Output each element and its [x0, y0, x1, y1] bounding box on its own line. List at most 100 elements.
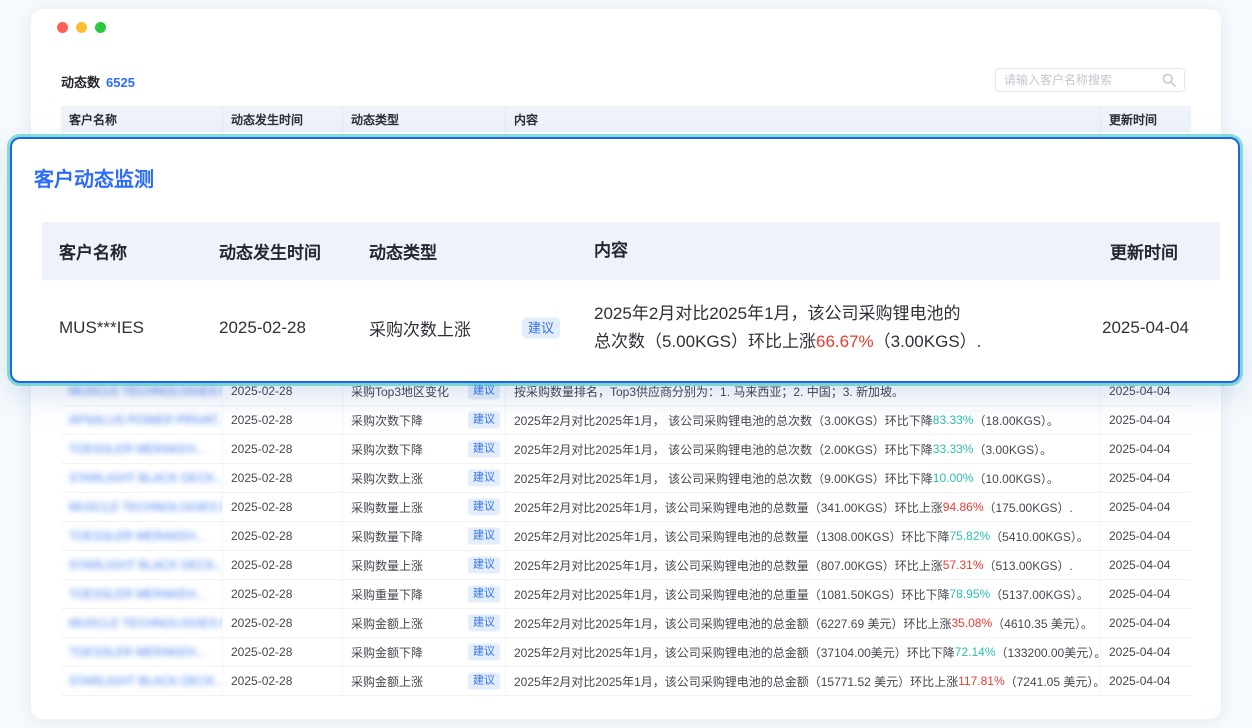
- content-text-post: （18.00KGS）。: [973, 412, 1058, 429]
- content-text-post: （3.00KGS）。: [973, 441, 1052, 458]
- customer-name-cell: TOESSLER MERAKEH...: [61, 580, 223, 608]
- table-row[interactable]: TOESSLER MERAKEH...2025-02-28采购金额下降建议202…: [61, 638, 1191, 667]
- suggestion-badge: 建议: [522, 318, 560, 339]
- event-type-label: 采购数量下降: [351, 528, 423, 545]
- content-line2-post: （3.00KGS）.: [874, 332, 982, 351]
- update-time-cell: 2025-04-04: [1101, 551, 1191, 579]
- customer-name-blurred: TOESSLER MERAKEH...: [69, 587, 205, 601]
- event-type-cell: 采购金额下降建议: [343, 638, 506, 666]
- percentage-value: 117.81%: [958, 674, 1004, 688]
- table-row[interactable]: TOESSLER MERAKEH...2025-02-28采购次数下降建议202…: [61, 435, 1191, 464]
- search-icon[interactable]: [1162, 73, 1176, 87]
- content-cell: 2025年2月对比2025年1月，该公司采购锂电池的 总次数（5.00KGS）环…: [594, 300, 1154, 356]
- event-time-cell: 2025-02-28: [219, 318, 306, 338]
- customer-dynamics-monitor-card: 客户动态监测 客户名称 动态发生时间 动态类型 内容 更新时间 MUS***IE…: [10, 137, 1240, 383]
- customer-name-blurred: MUSCLE TECHNOLOGIES P...: [69, 500, 223, 514]
- content-text-post: （5137.00KGS）。: [990, 586, 1089, 603]
- event-type-label: 采购重量下降: [351, 586, 423, 603]
- zoom-window-button[interactable]: [95, 22, 106, 33]
- table-row[interactable]: MUSCLE TECHNOLOGIES P...2025-02-28采购数量上涨…: [61, 493, 1191, 522]
- event-time-cell: 2025-02-28: [223, 435, 343, 463]
- count-value: 6525: [106, 75, 135, 90]
- content-text: 2025年2月对比2025年1月， 该公司采购锂电池的总次数（9.00KGS）环…: [514, 470, 933, 487]
- customer-name-blurred: TOESSLER MERAKEH...: [69, 442, 205, 456]
- suggestion-badge: 建议: [468, 470, 500, 487]
- customer-name-cell: MUS***IES: [59, 318, 144, 338]
- content-text-post: （10.00KGS）。: [973, 470, 1058, 487]
- content-text: 2025年2月对比2025年1月，该公司采购锂电池的总金额（6227.69 美元…: [514, 615, 951, 632]
- table-row[interactable]: TOESSLER MERAKEH... 2025-02-28 采购重量下降 建议 202…: [61, 580, 1191, 609]
- overlay-column-content: 内容: [594, 237, 1154, 265]
- content-cell: 2025年2月对比2025年1月，该公司采购锂电池的总数量（807.00KGS）…: [506, 551, 1101, 579]
- content-text-post: （4610.35 美元）。: [992, 615, 1093, 632]
- content-text-post: （175.00KGS）.: [984, 499, 1073, 516]
- customer-name-blurred: TOESSLER MERAKEH...: [69, 645, 205, 659]
- search-input[interactable]: [1004, 73, 1162, 87]
- customer-name-blurred: APSALUS POWER PRIVAT...: [69, 413, 223, 427]
- dynamic-count: 动态数 6525: [61, 72, 135, 91]
- table-row[interactable]: TOESSLER MERAKEH...2025-02-28采购数量下降建议202…: [61, 522, 1191, 551]
- count-label: 动态数: [61, 75, 100, 90]
- table-row[interactable]: STARLIGHT BLACK DECK...2025-02-28采购数量上涨建…: [61, 551, 1191, 580]
- content-cell: 2025年2月对比2025年1月，该公司采购锂电池的总重量（1081.50KGS…: [506, 580, 1101, 608]
- event-time-cell: 2025-02-28: [223, 406, 343, 434]
- content-line1: 2025年2月对比2025年1月，该公司采购锂电池的: [594, 304, 961, 323]
- customer-name-cell: TOESSLER MERAKEH...: [61, 435, 223, 463]
- suggestion-badge: 建议: [468, 412, 500, 429]
- content-cell: 2025年2月对比2025年1月，该公司采购锂电池的总数量（1308.00KGS…: [506, 522, 1101, 550]
- percentage-value: 57.31%: [943, 558, 984, 572]
- event-type-cell: 采购数量上涨建议: [343, 551, 506, 579]
- overlay-column-event-time: 动态发生时间: [219, 239, 321, 264]
- percentage-value: 35.08%: [951, 616, 992, 630]
- event-time-cell: 2025-02-28: [223, 638, 343, 666]
- overlay-column-event-type: 动态类型: [369, 239, 437, 264]
- event-type-label: 采购金额上涨: [351, 615, 423, 632]
- suggestion-badge: 建议: [468, 528, 500, 545]
- customer-name-blurred: MUSCLE TECHNOLOGIES P...: [69, 616, 223, 630]
- percentage-value: 66.67%: [816, 332, 874, 351]
- event-type-label: 采购金额上涨: [351, 673, 423, 690]
- content-text: 2025年2月对比2025年1月，该公司采购锂电池的总重量（1081.50KGS…: [514, 586, 949, 603]
- overlay-column-update-time: 更新时间: [1110, 239, 1178, 264]
- customer-search-box: [995, 68, 1185, 92]
- customer-name-cell: STARLIGHT BLACK DECK...: [61, 464, 223, 492]
- event-time-cell: 2025-02-28: [223, 580, 343, 608]
- event-type-cell: 采购数量下降 建议: [343, 522, 506, 550]
- suggestion-badge: 建议: [468, 586, 500, 603]
- table-row[interactable]: STARLIGHT BLACK DECK...2025-02-28采购金额上涨建…: [61, 667, 1191, 696]
- table-header-row: 客户名称 动态发生时间 动态类型 内容 更新时间: [61, 106, 1191, 132]
- content-cell: 2025年2月对比2025年1月， 该公司采购锂电池的总次数（3.00KGS）环…: [506, 406, 1101, 434]
- event-type-label: 采购Top3地区变化: [351, 383, 449, 400]
- dynamics-table: 客户名称 动态发生时间 动态类型 内容 更新时间 MUSCLE TECHNOLO…: [61, 106, 1191, 132]
- customer-name-blurred: STARLIGHT BLACK DECK...: [69, 674, 223, 688]
- update-time-cell: 2025-04-04: [1101, 522, 1191, 550]
- suggestion-badge: 建议: [468, 673, 500, 690]
- event-time-cell: 2025-02-28: [223, 522, 343, 550]
- event-type-label: 采购数量上涨: [351, 499, 423, 516]
- content-text: 2025年2月对比2025年1月， 该公司采购锂电池的总次数（3.00KGS）环…: [514, 412, 933, 429]
- event-time-cell: 2025-02-28: [223, 609, 343, 637]
- column-header-customer-name: 客户名称: [61, 106, 223, 132]
- table-row[interactable]: MUS***IES 2025-02-28 采购次数上涨 建议 2025年2月对比…: [42, 280, 1220, 376]
- content-text: 2025年2月对比2025年1月， 该公司采购锂电池的总次数（2.00KGS）环…: [514, 441, 933, 458]
- content-cell: 2025年2月对比2025年1月，该公司采购锂电池的总金额（15771.52 美…: [506, 667, 1101, 695]
- percentage-value: 75.82%: [949, 529, 990, 543]
- overlay-header-row: 客户名称 动态发生时间 动态类型 内容 更新时间: [42, 222, 1220, 280]
- event-type-label: 采购次数下降: [351, 412, 423, 429]
- content-text: 2025年2月对比2025年1月，该公司采购锂电池的总数量（1308.00KGS…: [514, 528, 949, 545]
- customer-name-cell: STARLIGHT BLACK DECK...: [61, 667, 223, 695]
- update-time-cell: 2025-04-04: [1101, 406, 1191, 434]
- close-window-button[interactable]: [57, 22, 68, 33]
- minimize-window-button[interactable]: [76, 22, 87, 33]
- event-type-cell: 采购金额上涨建议: [343, 609, 506, 637]
- percentage-value: 94.86%: [943, 500, 984, 514]
- update-time-cell: 2025-04-04: [1101, 580, 1191, 608]
- table-row[interactable]: MUSCLE TECHNOLOGIES P...2025-02-28采购金额上涨…: [61, 609, 1191, 638]
- content-cell: 2025年2月对比2025年1月，该公司采购锂电池的总数量（341.00KGS）…: [506, 493, 1101, 521]
- table-body: MUSCLE TECHNOLOGIES P...2025-02-28采购Top3…: [61, 377, 1191, 696]
- content-text: 2025年2月对比2025年1月，该公司采购锂电池的总金额（15771.52 美…: [514, 673, 958, 690]
- table-row[interactable]: STARLIGHT BLACK DECK...2025-02-28采购次数上涨建…: [61, 464, 1191, 493]
- table-row[interactable]: APSALUS POWER PRIVAT...2025-02-28 采购次数下降 建…: [61, 406, 1191, 435]
- suggestion-badge: 建议: [468, 557, 500, 574]
- update-time-cell: 2025-04-04: [1101, 609, 1191, 637]
